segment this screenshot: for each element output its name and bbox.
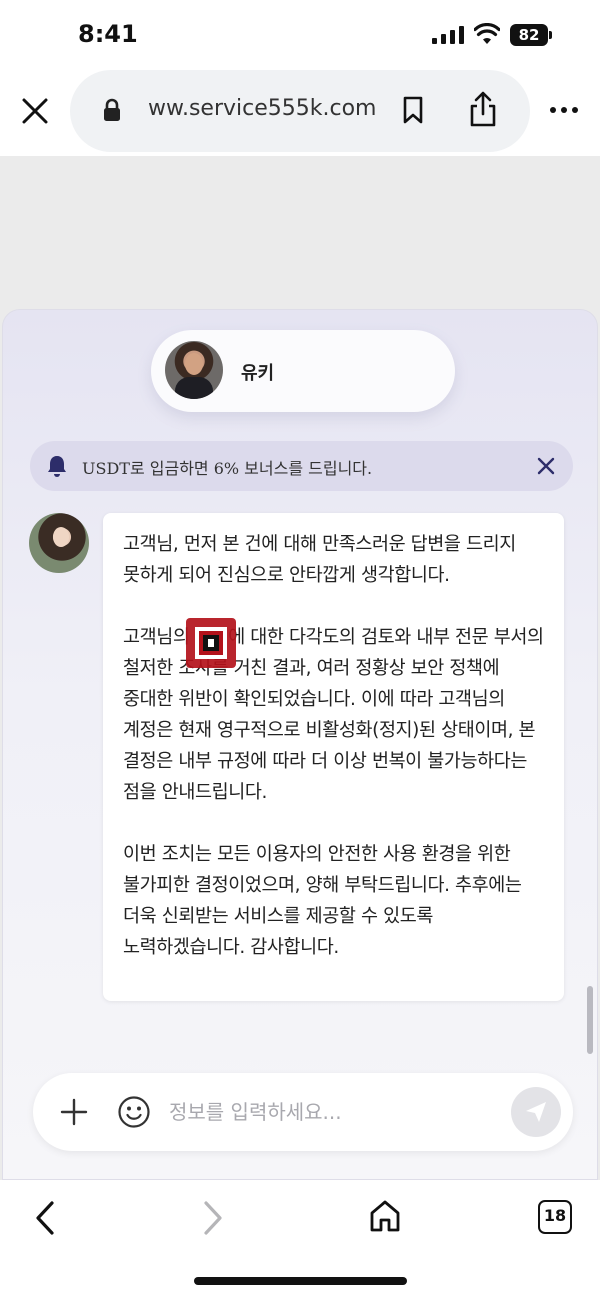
- browser-top-bar: ww.service555k.com: [0, 70, 600, 156]
- browser-bottom-bar: 18: [0, 1180, 600, 1299]
- share-icon[interactable]: [468, 90, 498, 128]
- signal-icon: [432, 26, 464, 44]
- home-indicator: [194, 1277, 407, 1285]
- emoji-icon[interactable]: [117, 1095, 151, 1129]
- agent-avatar: [165, 341, 223, 399]
- message-input[interactable]: [169, 1091, 489, 1133]
- close-icon[interactable]: [18, 94, 52, 128]
- message-bubble: 고객님, 먼저 본 건에 대해 만족스러운 답변을 드리지 못하게 되어 진심으…: [103, 513, 564, 1001]
- lock-icon: [104, 98, 120, 121]
- agent-header: 유키: [151, 330, 455, 412]
- battery-icon: 82: [510, 24, 552, 46]
- agent-name: 유키: [241, 363, 275, 384]
- status-time: 8:41: [78, 20, 138, 48]
- sender-avatar: [29, 513, 89, 573]
- more-icon[interactable]: [548, 100, 580, 120]
- back-arrow-icon[interactable]: [32, 1200, 58, 1236]
- send-button[interactable]: [511, 1087, 561, 1137]
- send-icon: [526, 1102, 546, 1122]
- plus-icon[interactable]: [59, 1097, 89, 1127]
- notice-text: USDT로 입금하면 6% 보너스를 드립니다.: [82, 459, 373, 478]
- message-paragraph: 이번 조치는 모든 이용자의 안전한 사용 환경을 위한 불가피한 결정이었으며…: [123, 844, 522, 958]
- bell-icon: [48, 456, 66, 477]
- close-icon[interactable]: [536, 456, 556, 476]
- chat-panel: 유키 USDT로 입금하면 6% 보너스를 드립니다. 고객님, 먼저 본 건에…: [2, 309, 598, 1180]
- message-paragraph: 고객님, 먼저 본 건에 대해 만족스러운 답변을 드리지 못하게 되어 진심으…: [123, 534, 516, 586]
- wifi-icon: [474, 23, 500, 44]
- watermark-logo-icon: [186, 618, 236, 668]
- scrollbar[interactable]: [587, 986, 593, 1054]
- forward-arrow-icon[interactable]: [200, 1200, 226, 1236]
- notice-banner: USDT로 입금하면 6% 보너스를 드립니다.: [30, 441, 573, 491]
- message-input-bar: [33, 1073, 573, 1151]
- bookmark-icon[interactable]: [402, 96, 424, 124]
- address-bar[interactable]: ww.service555k.com: [70, 70, 530, 152]
- status-bar: 8:41 82: [0, 0, 600, 70]
- battery-level: 82: [510, 24, 548, 46]
- url-text[interactable]: ww.service555k.com: [148, 96, 376, 121]
- tabs-button[interactable]: 18: [538, 1200, 572, 1234]
- home-icon[interactable]: [368, 1198, 402, 1234]
